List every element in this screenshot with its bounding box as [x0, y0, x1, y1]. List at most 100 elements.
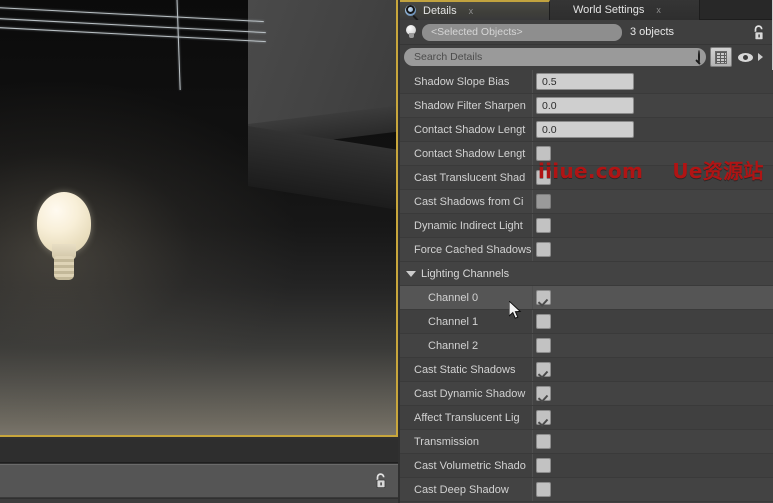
- checkbox[interactable]: [536, 314, 551, 329]
- column-splitter[interactable]: [532, 214, 533, 237]
- unlocked-padlock-icon[interactable]: [751, 24, 766, 41]
- scene-wall-geometry: [248, 0, 396, 128]
- column-splitter[interactable]: [532, 286, 533, 309]
- number-input[interactable]: 0.0: [536, 97, 634, 114]
- column-splitter[interactable]: [532, 406, 533, 429]
- property-value: [532, 314, 773, 329]
- checkbox[interactable]: [536, 170, 551, 185]
- property-label: Channel 0: [428, 291, 479, 304]
- property-label: Cast Shadows from Ci: [414, 195, 524, 208]
- selected-objects-field[interactable]: <Selected Objects>: [422, 23, 622, 41]
- property-label: Transmission: [414, 435, 479, 448]
- checkbox[interactable]: [536, 362, 551, 377]
- property-row[interactable]: Dynamic Indirect Light: [400, 214, 773, 238]
- grid-view-icon[interactable]: [710, 47, 732, 67]
- property-label: Cast Deep Shadow: [414, 483, 509, 496]
- property-value: [532, 410, 773, 425]
- checkbox[interactable]: [536, 338, 551, 353]
- property-row[interactable]: Contact Shadow Lengt 0.0: [400, 118, 773, 142]
- property-value: [532, 170, 773, 185]
- column-splitter[interactable]: [532, 382, 533, 405]
- property-label: Cast Dynamic Shadow: [414, 387, 526, 400]
- viewport-lower-toolbar[interactable]: [0, 464, 398, 498]
- column-splitter[interactable]: [532, 358, 533, 381]
- property-label: Dynamic Indirect Light: [414, 219, 523, 232]
- property-value: [532, 362, 773, 377]
- property-group-lighting-channels[interactable]: Lighting Channels: [400, 262, 773, 286]
- details-panel: Details x World Settings x <Selected Obj…: [400, 0, 773, 503]
- column-splitter[interactable]: [532, 454, 533, 477]
- checkbox[interactable]: [536, 434, 551, 449]
- column-splitter[interactable]: [532, 190, 533, 213]
- property-value: [532, 242, 773, 257]
- light-bulb-actor-icon[interactable]: [33, 192, 95, 280]
- viewport-lower-foot: [0, 499, 398, 503]
- tab-world-settings-label: World Settings: [573, 4, 645, 16]
- column-splitter[interactable]: [532, 238, 533, 261]
- tab-details[interactable]: Details x: [400, 0, 550, 21]
- selected-objects-count: 3 objects: [630, 26, 675, 38]
- property-value: [532, 194, 773, 209]
- checkbox[interactable]: [536, 290, 551, 305]
- property-row[interactable]: Transmission: [400, 430, 773, 454]
- number-input[interactable]: 0.0: [536, 121, 634, 138]
- column-splitter[interactable]: [532, 94, 533, 117]
- property-group-label: Lighting Channels: [421, 267, 510, 280]
- tab-details-close-icon[interactable]: x: [469, 6, 474, 16]
- viewport-pane: [0, 0, 400, 503]
- checkbox[interactable]: [536, 218, 551, 233]
- property-row[interactable]: Cast Volumetric Shado: [400, 454, 773, 478]
- column-splitter[interactable]: [532, 70, 533, 93]
- bulb-base: [54, 256, 74, 280]
- column-splitter[interactable]: [532, 142, 533, 165]
- world-sphere-icon: [555, 4, 568, 17]
- property-list[interactable]: Shadow Slope Bias 0.5 Shadow Filter Sharpe…: [400, 70, 773, 503]
- property-label: Channel 1: [428, 315, 479, 328]
- property-row[interactable]: Affect Translucent Lig: [400, 406, 773, 430]
- property-label: Cast Volumetric Shado: [414, 459, 526, 472]
- checkbox[interactable]: [536, 386, 551, 401]
- property-row[interactable]: Channel 0: [400, 286, 773, 310]
- eye-visibility-icon[interactable]: [736, 52, 754, 62]
- checkbox[interactable]: [536, 242, 551, 257]
- details-magnifier-icon: [405, 4, 419, 21]
- tab-world-settings-close-icon[interactable]: x: [656, 5, 661, 15]
- property-row[interactable]: Channel 2: [400, 334, 773, 358]
- column-splitter[interactable]: [532, 310, 533, 333]
- property-label: Cast Translucent Shad: [414, 171, 526, 184]
- unlocked-padlock-icon[interactable]: [373, 472, 388, 489]
- checkbox[interactable]: [536, 146, 551, 161]
- checkbox[interactable]: [536, 194, 551, 209]
- app-window: Details x World Settings x <Selected Obj…: [0, 0, 773, 503]
- column-splitter[interactable]: [532, 118, 533, 141]
- checkbox[interactable]: [536, 458, 551, 473]
- property-row[interactable]: Shadow Filter Sharpen 0.0: [400, 94, 773, 118]
- level-viewport[interactable]: [0, 0, 398, 437]
- chevron-right-icon[interactable]: [758, 53, 768, 61]
- property-row[interactable]: Channel 1: [400, 310, 773, 334]
- property-row[interactable]: Contact Shadow Lengt: [400, 142, 773, 166]
- column-splitter[interactable]: [532, 166, 533, 189]
- property-label: Channel 2: [428, 339, 479, 352]
- tab-world-settings[interactable]: World Settings x: [550, 0, 700, 20]
- chevron-down-icon[interactable]: [406, 270, 416, 277]
- column-splitter[interactable]: [532, 478, 533, 501]
- property-row[interactable]: Shadow Slope Bias 0.5: [400, 70, 773, 94]
- property-row[interactable]: Cast Shadows from Ci: [400, 190, 773, 214]
- property-row[interactable]: Cast Translucent Shad: [400, 166, 773, 190]
- property-label: Shadow Slope Bias: [414, 75, 510, 88]
- scene-wire-vertical: [176, 0, 181, 90]
- property-row[interactable]: Cast Dynamic Shadow: [400, 382, 773, 406]
- property-row[interactable]: Cast Deep Shadow: [400, 478, 773, 502]
- property-label: Cast Static Shadows: [414, 363, 516, 376]
- property-row[interactable]: Cast Static Shadows: [400, 358, 773, 382]
- number-input[interactable]: 0.5: [536, 73, 634, 90]
- viewport-scene: [0, 0, 396, 435]
- search-input[interactable]: Search Details: [404, 48, 706, 66]
- property-row[interactable]: Force Cached Shadows: [400, 238, 773, 262]
- checkbox[interactable]: [536, 410, 551, 425]
- column-splitter[interactable]: [532, 334, 533, 357]
- viewport-lower-gap: [0, 439, 398, 463]
- column-splitter[interactable]: [532, 430, 533, 453]
- checkbox[interactable]: [536, 482, 551, 497]
